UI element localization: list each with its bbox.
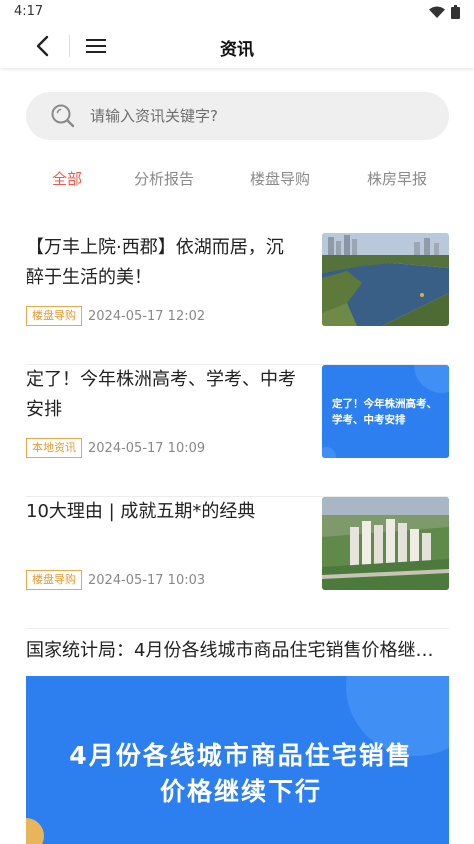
news-meta: 楼盘导购 2024-05-17 10:03 bbox=[26, 570, 205, 590]
back-button[interactable] bbox=[28, 33, 56, 59]
search-input[interactable] bbox=[90, 107, 390, 125]
menu-button[interactable] bbox=[82, 33, 110, 59]
news-title: 定了！今年株洲高考、学考、中考安排 bbox=[26, 369, 296, 420]
tab-analysis-report[interactable]: 分析报告 bbox=[134, 168, 194, 189]
tab-morning-report[interactable]: 株房早报 bbox=[367, 168, 427, 189]
news-item[interactable]: 10大理由 | 成就五期*的经典 楼盘导购 2024-05-17 10:03 bbox=[26, 497, 449, 629]
news-item[interactable]: 【万丰上院·西郡】依湖而居，沉醉于生活的美！ 楼盘导购 2024-05-17 1… bbox=[26, 233, 449, 365]
featured-banner-text: 4月份各线城市商品住宅销售价格继续下行 bbox=[69, 741, 413, 806]
news-meta: 本地资讯 2024-05-17 10:09 bbox=[26, 438, 205, 458]
news-tag: 本地资讯 bbox=[26, 438, 82, 458]
page-title: 资讯 bbox=[220, 40, 254, 60]
news-date: 2024-05-17 12:02 bbox=[88, 308, 206, 324]
app-header: 资讯 bbox=[0, 24, 474, 68]
news-thumbnail: 定了！今年株洲高考、学考、中考安排 bbox=[322, 365, 449, 458]
wifi-icon bbox=[429, 6, 445, 18]
thumbnail-caption: 定了！今年株洲高考、学考、中考安排 bbox=[332, 397, 437, 426]
news-date: 2024-05-17 10:03 bbox=[88, 572, 206, 588]
news-item[interactable]: 定了！今年株洲高考、学考、中考安排 本地资讯 2024-05-17 10:09 … bbox=[26, 365, 449, 497]
aerial-photo bbox=[322, 497, 449, 590]
news-meta: 楼盘导购 2024-05-17 12:02 bbox=[26, 306, 205, 326]
news-thumbnail bbox=[322, 497, 449, 590]
tab-all[interactable]: 全部 bbox=[52, 168, 82, 189]
featured-title: 国家统计局：4月份各线城市商品住宅销售价格继续下行 bbox=[26, 640, 449, 661]
lake-photo bbox=[322, 233, 449, 326]
featured-article[interactable]: 国家统计局：4月份各线城市商品住宅销售价格继续下行 4月份各线城市商品住宅销售价… bbox=[26, 638, 449, 844]
battery-icon bbox=[451, 5, 460, 19]
category-tabs: 全部 分析报告 楼盘导购 株房早报 bbox=[0, 168, 474, 200]
news-thumbnail bbox=[322, 233, 449, 326]
news-tag: 楼盘导购 bbox=[26, 570, 82, 590]
status-bar: 4:17 bbox=[0, 0, 474, 24]
news-title: 【万丰上院·西郡】依湖而居，沉醉于生活的美！ bbox=[26, 237, 284, 288]
header-divider bbox=[69, 35, 70, 57]
status-time: 4:17 bbox=[14, 4, 44, 19]
status-icons bbox=[429, 5, 460, 19]
search-icon bbox=[51, 104, 75, 128]
tab-property-guide[interactable]: 楼盘导购 bbox=[250, 168, 310, 189]
news-tag: 楼盘导购 bbox=[26, 306, 82, 326]
featured-banner: 4月份各线城市商品住宅销售价格继续下行 bbox=[26, 676, 449, 844]
menu-icon bbox=[86, 39, 106, 53]
news-date: 2024-05-17 10:09 bbox=[88, 440, 206, 456]
chevron-left-icon bbox=[36, 35, 49, 57]
search-bar[interactable] bbox=[26, 92, 449, 140]
news-title: 10大理由 | 成就五期*的经典 bbox=[26, 501, 256, 522]
